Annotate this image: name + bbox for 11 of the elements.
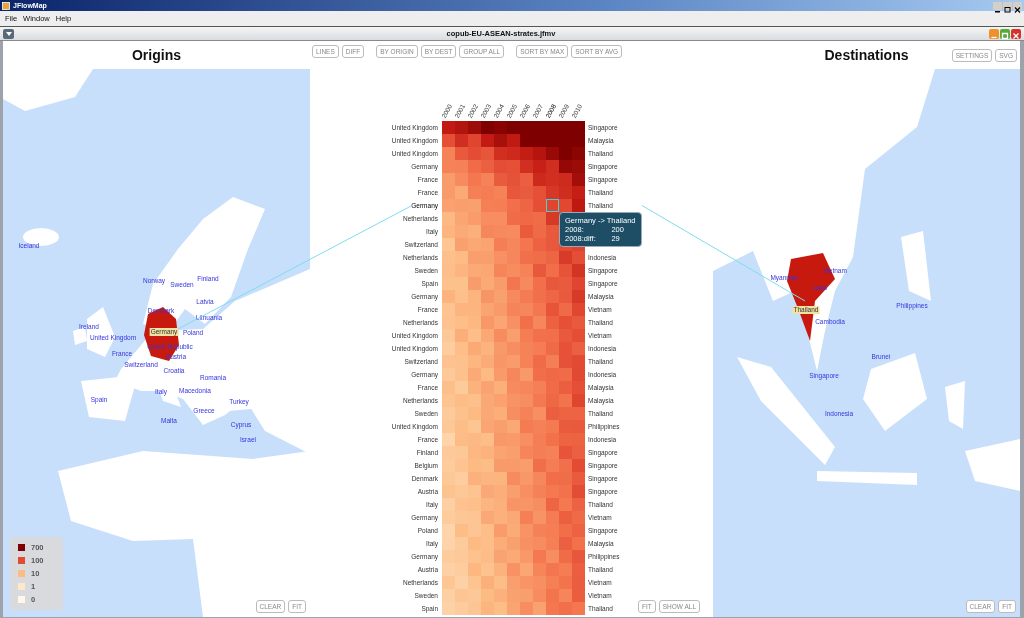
close-button[interactable]: [1011, 28, 1021, 39]
panel-title: Origins: [132, 47, 181, 63]
maximize-icon: [1003, 5, 1012, 14]
close-button[interactable]: [1013, 1, 1022, 10]
panel-title: Destinations: [824, 47, 909, 63]
app-icon: [2, 1, 10, 10]
close-icon: [1011, 30, 1021, 41]
window-menu-button[interactable]: [3, 28, 14, 39]
maximize-button[interactable]: [1003, 1, 1012, 10]
maximize-icon: [1000, 30, 1010, 41]
close-icon: [1013, 5, 1022, 14]
